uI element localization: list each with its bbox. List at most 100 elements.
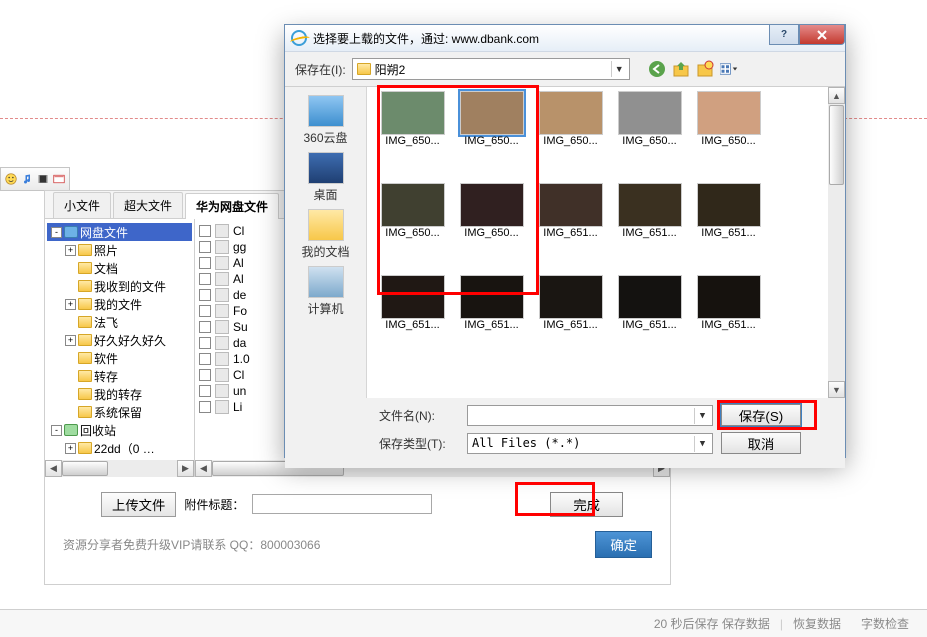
- checkbox[interactable]: [199, 337, 211, 349]
- status-autosave[interactable]: 20 秒后保存 保存数据: [654, 615, 770, 632]
- scroll-up-icon[interactable]: ▲: [828, 87, 845, 104]
- thumbnail-item[interactable]: IMG_651...: [691, 275, 766, 331]
- scroll-down-icon[interactable]: ▼: [828, 381, 845, 398]
- thumbnail-item[interactable]: IMG_651...: [533, 275, 608, 331]
- checkbox[interactable]: [199, 273, 211, 285]
- tree-label: 法飞: [94, 314, 118, 331]
- status-wordcheck[interactable]: 字数检查: [861, 615, 909, 632]
- music-icon[interactable]: [21, 171, 33, 187]
- toggle-icon[interactable]: -: [51, 227, 62, 238]
- dropdown-arrow-icon[interactable]: ▼: [694, 436, 710, 452]
- checkbox[interactable]: [199, 369, 211, 381]
- attach-label: 附件标题：: [184, 496, 244, 513]
- place-360[interactable]: 360云盘: [285, 93, 366, 148]
- smiley-icon[interactable]: [5, 171, 17, 187]
- thumbnail-item[interactable]: IMG_651...: [375, 275, 450, 331]
- new-folder-icon[interactable]: [696, 60, 714, 78]
- toggle-icon[interactable]: +: [65, 335, 76, 346]
- dialog-vscroll[interactable]: ▲ ▼: [828, 87, 845, 398]
- look-in-label: 保存在(I):: [295, 61, 346, 78]
- attach-title-input[interactable]: [252, 494, 432, 514]
- toggle-icon[interactable]: +: [65, 299, 76, 310]
- checkbox[interactable]: [199, 257, 211, 269]
- thumbnail-item[interactable]: IMG_650...: [375, 183, 450, 239]
- scroll-thumb[interactable]: [62, 461, 108, 476]
- finish-button[interactable]: 完成: [550, 492, 623, 517]
- up-icon[interactable]: [672, 60, 690, 78]
- toggle-icon[interactable]: +: [65, 245, 76, 256]
- place-mydocs[interactable]: 我的文档: [285, 207, 366, 262]
- toggle-icon[interactable]: -: [51, 425, 62, 436]
- place-desktop[interactable]: 桌面: [285, 150, 366, 205]
- dropdown-arrow-icon[interactable]: ▼: [694, 408, 710, 424]
- upload-button[interactable]: 上传文件: [101, 492, 176, 517]
- view-menu-icon[interactable]: [720, 60, 738, 78]
- thumbnail-pane[interactable]: IMG_650...IMG_650...IMG_650...IMG_650...…: [367, 87, 845, 398]
- checkbox[interactable]: [199, 225, 211, 237]
- scroll-thumb[interactable]: [829, 105, 844, 185]
- thumbnail-item[interactable]: IMG_650...: [612, 91, 687, 147]
- thumbnail-item[interactable]: IMG_650...: [454, 91, 529, 147]
- thumbnail-item[interactable]: IMG_651...: [612, 275, 687, 331]
- tree-node[interactable]: 我的转存: [47, 385, 192, 403]
- place-computer[interactable]: 计算机: [285, 264, 366, 319]
- filename-combo[interactable]: ▼: [467, 405, 713, 426]
- thumbnail-item[interactable]: IMG_651...: [454, 275, 529, 331]
- scroll-left-icon[interactable]: ◀: [195, 460, 212, 477]
- thumbnail-name: IMG_650...: [385, 227, 439, 239]
- thumbnail-name: IMG_651...: [464, 319, 518, 331]
- close-button[interactable]: [799, 25, 845, 45]
- thumbnail-name: IMG_651...: [622, 319, 676, 331]
- tab-huawei-wangpan[interactable]: 华为网盘文件: [185, 193, 279, 219]
- checkbox[interactable]: [199, 385, 211, 397]
- checkbox[interactable]: [199, 321, 211, 333]
- checkbox[interactable]: [199, 353, 211, 365]
- confirm-button[interactable]: 确定: [595, 531, 652, 558]
- back-icon[interactable]: [648, 60, 666, 78]
- file-name: Al: [233, 272, 244, 286]
- status-restore[interactable]: 恢复数据: [793, 615, 841, 632]
- thumbnail-item[interactable]: IMG_651...: [533, 183, 608, 239]
- filetype-combo[interactable]: All Files (*.*)▼: [467, 433, 713, 454]
- thumbnail-name: IMG_651...: [543, 319, 597, 331]
- look-in-combo[interactable]: 阳朔2 ▼: [352, 58, 630, 80]
- toggle-icon[interactable]: +: [65, 443, 76, 454]
- thumbnail-item[interactable]: IMG_650...: [533, 91, 608, 147]
- tab-small-file[interactable]: 小文件: [53, 192, 111, 218]
- checkbox[interactable]: [199, 241, 211, 253]
- tree-hscroll[interactable]: ◀ ▶: [45, 460, 194, 477]
- tree-node[interactable]: 法飞: [47, 313, 192, 331]
- dropdown-icon[interactable]: [53, 171, 65, 187]
- tree-node[interactable]: +22dd（0 …: [47, 439, 192, 457]
- places-bar: 360云盘 桌面 我的文档 计算机: [285, 87, 367, 398]
- tree-node[interactable]: 系统保留: [47, 403, 192, 421]
- tree-node[interactable]: 我收到的文件: [47, 277, 192, 295]
- file-name: Su: [233, 320, 248, 334]
- thumbnail-item[interactable]: IMG_651...: [612, 183, 687, 239]
- tree-node[interactable]: 转存: [47, 367, 192, 385]
- help-button[interactable]: ?: [769, 25, 799, 45]
- thumbnail-item[interactable]: IMG_650...: [375, 91, 450, 147]
- tree-node[interactable]: -回收站: [47, 421, 192, 439]
- save-button[interactable]: 保存(S): [721, 404, 801, 426]
- thumbnail-item[interactable]: IMG_651...: [691, 183, 766, 239]
- film-icon[interactable]: [37, 171, 49, 187]
- scroll-right-icon[interactable]: ▶: [177, 460, 194, 477]
- checkbox[interactable]: [199, 289, 211, 301]
- scroll-left-icon[interactable]: ◀: [45, 460, 62, 477]
- thumbnail-item[interactable]: IMG_650...: [454, 183, 529, 239]
- tree-node[interactable]: -网盘文件: [47, 223, 192, 241]
- tree-node[interactable]: 文档: [47, 259, 192, 277]
- dropdown-arrow-icon[interactable]: ▼: [611, 61, 627, 77]
- tree-node[interactable]: 软件: [47, 349, 192, 367]
- thumbnail-item[interactable]: IMG_650...: [691, 91, 766, 147]
- tree-node[interactable]: +照片: [47, 241, 192, 259]
- checkbox[interactable]: [199, 305, 211, 317]
- dialog-titlebar[interactable]: 选择要上载的文件，通过: www.dbank.com ?: [285, 24, 845, 52]
- tree-node[interactable]: +我的文件: [47, 295, 192, 313]
- tree-node[interactable]: +好久好久好久: [47, 331, 192, 349]
- tab-large-file[interactable]: 超大文件: [113, 192, 183, 218]
- thumbnail-image: [618, 275, 682, 319]
- checkbox[interactable]: [199, 401, 211, 413]
- cancel-button[interactable]: 取消: [721, 432, 801, 454]
